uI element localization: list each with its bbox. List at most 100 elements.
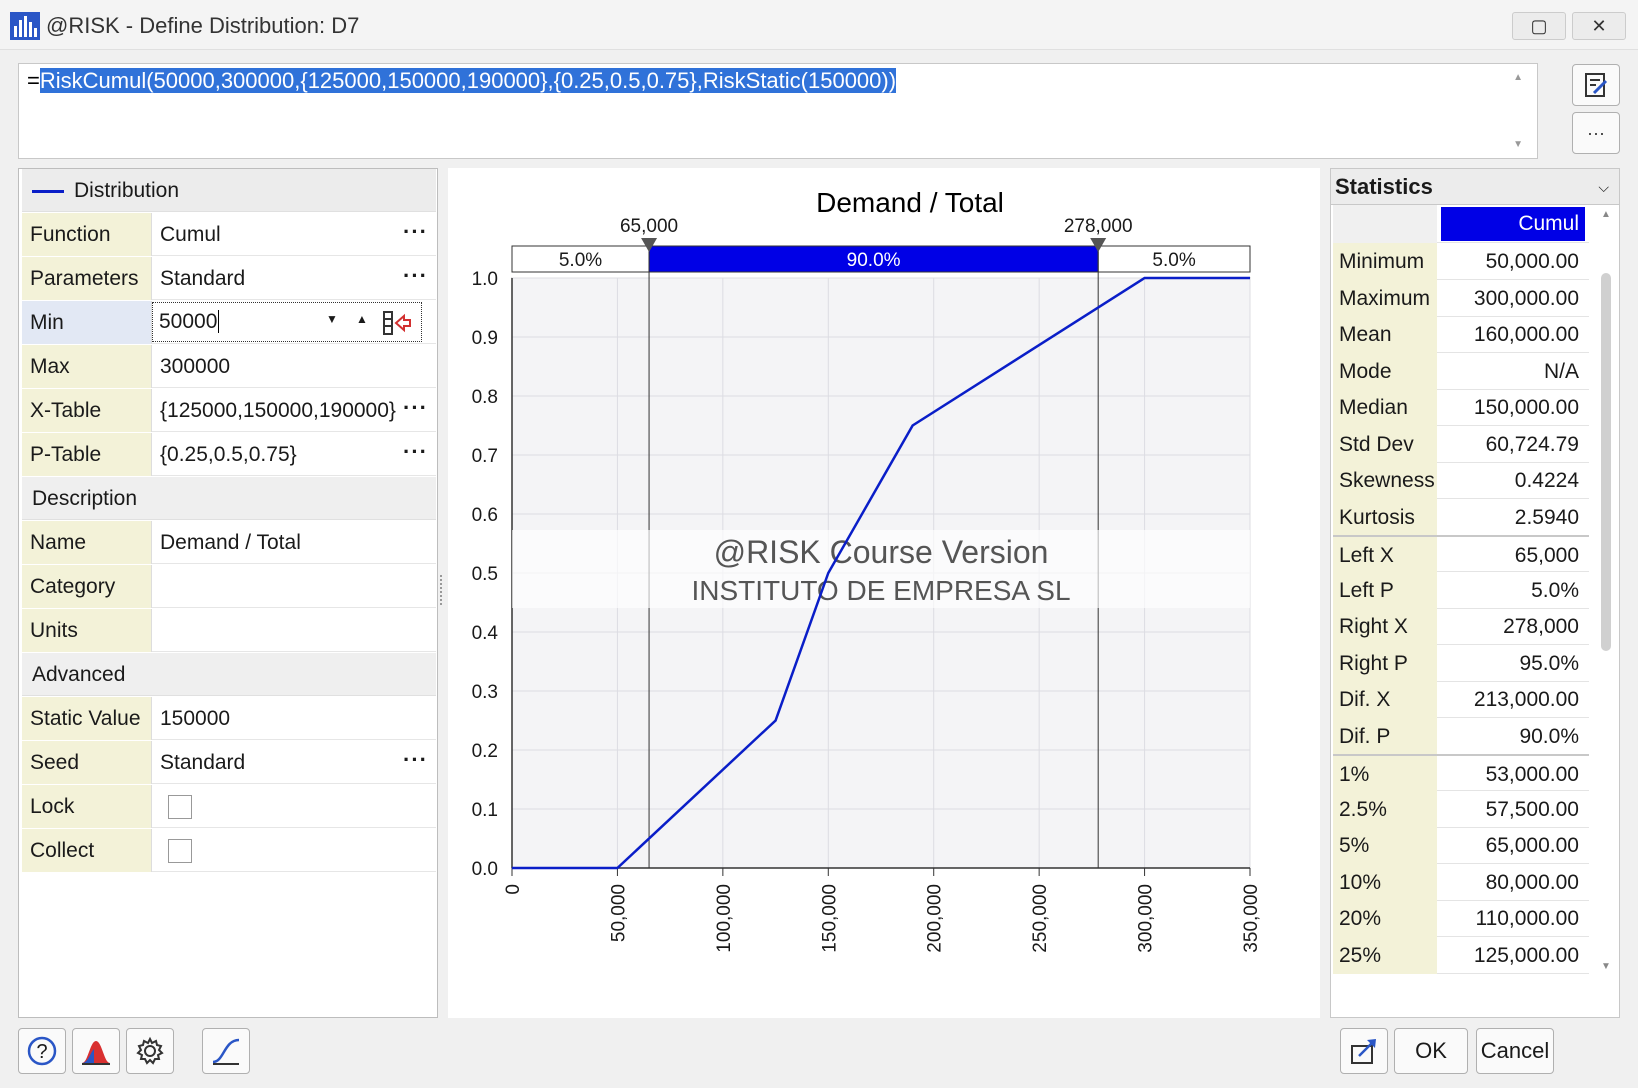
row-seed[interactable]: Seed Standard ··· [22,741,436,784]
scrollbar-thumb[interactable] [1601,273,1611,651]
x-tick-label: 150,000 [819,884,840,953]
collect-checkbox[interactable] [168,839,192,863]
x-tick-label: 200,000 [925,884,946,953]
value-static-value[interactable]: 150000 [160,697,430,740]
stat-value: 53,000.00 [1485,763,1579,786]
stat-value: N/A [1543,359,1579,383]
stat-label: 5% [1333,827,1437,864]
description-header: Description [22,477,436,520]
scroll-up-icon[interactable]: ▲ [1601,209,1611,220]
scroll-up-icon[interactable]: ▲ [1513,72,1523,83]
statistics-scrollbar[interactable]: ▲ ▼ [1597,209,1615,979]
row-static-value[interactable]: Static Value 150000 [22,697,436,740]
cumulative-view-button[interactable] [202,1028,250,1074]
scroll-down-icon[interactable]: ▼ [1513,139,1523,150]
label-x-table: X-Table [22,389,152,432]
value-name[interactable]: Demand / Total [160,521,430,564]
stat-value: 5.0% [1531,578,1579,602]
x-table-dots-button[interactable]: ··· [403,389,428,427]
stat-row: Minimum 50,000.00 [1333,243,1589,280]
stat-row: Dif. X 213,000.00 [1333,681,1589,718]
parameters-dots-button[interactable]: ··· [403,257,428,295]
more-options-button[interactable]: ··· [1572,112,1620,154]
row-parameters[interactable]: Parameters Standard ··· [22,257,436,300]
right-band-label: 5.0% [1152,250,1195,271]
cumulative-curve-icon [212,1038,240,1065]
cumul-column-header[interactable]: Cumul [1441,207,1585,241]
close-button[interactable]: ✕ [1572,12,1626,40]
formula-editor[interactable]: =RiskCumul(50000,300000,{125000,150000,1… [18,63,1538,159]
value-seed[interactable]: Standard [160,741,430,784]
edit-formula-button[interactable] [1572,64,1620,106]
edit-icon [1585,73,1608,97]
statistics-header[interactable]: Statistics ⌵ [1331,169,1619,205]
function-dots-button[interactable]: ··· [403,213,428,251]
chevron-down-icon[interactable]: ⌵ [1598,169,1609,205]
value-category[interactable] [160,565,430,608]
decrement-icon[interactable]: ▼ [326,312,338,326]
cumulative-chart[interactable]: Demand / Total 0 50,000 100,000 150,000 200,… [448,168,1320,1018]
stat-row: Median 150,000.00 [1333,389,1589,426]
density-graph-icon [82,1041,110,1065]
help-icon: ? [27,1036,57,1066]
row-function[interactable]: Function Cumul ··· [22,213,436,256]
stat-label: Left P [1333,571,1437,609]
stat-label: Mode [1333,352,1437,390]
export-button[interactable] [1340,1028,1388,1074]
label-p-table: P-Table [22,433,152,476]
value-p-table[interactable]: {0.25,0.5,0.75} [160,433,430,476]
formula-prefix: = [27,68,40,93]
stat-value: 50,000.00 [1485,250,1579,273]
label-static-value: Static Value [22,697,152,740]
left-band-label: 5.0% [559,250,602,271]
splitter-handle[interactable] [440,575,444,605]
row-p-table[interactable]: P-Table {0.25,0.5,0.75} ··· [22,433,436,476]
row-lock[interactable]: Lock [22,785,436,828]
stat-row: Kurtosis 2.5940 [1333,498,1589,536]
y-tick-label: 0.2 [472,741,498,762]
stat-row: 1% 53,000.00 [1333,754,1589,793]
label-lock: Lock [22,785,152,828]
scroll-down-icon[interactable]: ▼ [1601,961,1611,972]
stat-label: 10% [1333,863,1437,901]
value-units[interactable] [160,609,430,652]
label-units: Units [22,609,152,652]
stat-value: 65,000 [1514,544,1579,567]
y-tick-label: 1.0 [472,269,498,290]
row-max[interactable]: Max 300000 [22,345,436,388]
chart-area: Demand / Total 0 50,000 100,000 150,000 200,… [448,168,1320,1018]
row-name[interactable]: Name Demand / Total [22,521,436,564]
stat-label: Median [1333,389,1437,426]
settings-button[interactable] [126,1028,174,1074]
seed-dots-button[interactable]: ··· [403,741,428,779]
help-button[interactable]: ? [18,1028,66,1074]
watermark-line-1: @RISK Course Version [714,534,1049,570]
y-tick-label: 0.0 [472,859,498,880]
cancel-button[interactable]: Cancel [1476,1028,1554,1074]
row-units[interactable]: Units [22,609,436,652]
row-x-table[interactable]: X-Table {125000,150000,190000} ··· [22,389,436,432]
right-marker-label: 278,000 [1064,216,1133,237]
value-parameters[interactable]: Standard [160,257,430,300]
p-table-dots-button[interactable]: ··· [403,433,428,471]
increment-icon[interactable]: ▲ [356,312,368,326]
stat-row: 2.5% 57,500.00 [1333,790,1589,828]
value-collect [160,829,430,872]
value-max[interactable]: 300000 [160,345,430,388]
reference-cell-icon[interactable] [382,310,412,336]
stat-label: 20% [1333,900,1437,937]
x-tick-label: 50,000 [608,884,629,942]
distribution-graph-button[interactable] [72,1028,120,1074]
value-x-table[interactable]: {125000,150000,190000} [160,389,430,432]
maximize-button[interactable]: ▢ [1512,12,1566,40]
lock-checkbox[interactable] [168,795,192,819]
row-min[interactable]: Min 50000 ▼ ▲ [22,301,436,344]
row-category[interactable]: Category [22,565,436,608]
y-tick-label: 0.9 [472,328,498,349]
title-bar: @RISK - Define Distribution: D7 ▢ ✕ [0,0,1638,50]
stat-label: Left X [1333,537,1437,574]
ok-button[interactable]: OK [1394,1028,1468,1074]
stat-row: Left X 65,000 [1333,535,1589,574]
row-collect[interactable]: Collect [22,829,436,872]
value-function[interactable]: Cumul [160,213,430,256]
